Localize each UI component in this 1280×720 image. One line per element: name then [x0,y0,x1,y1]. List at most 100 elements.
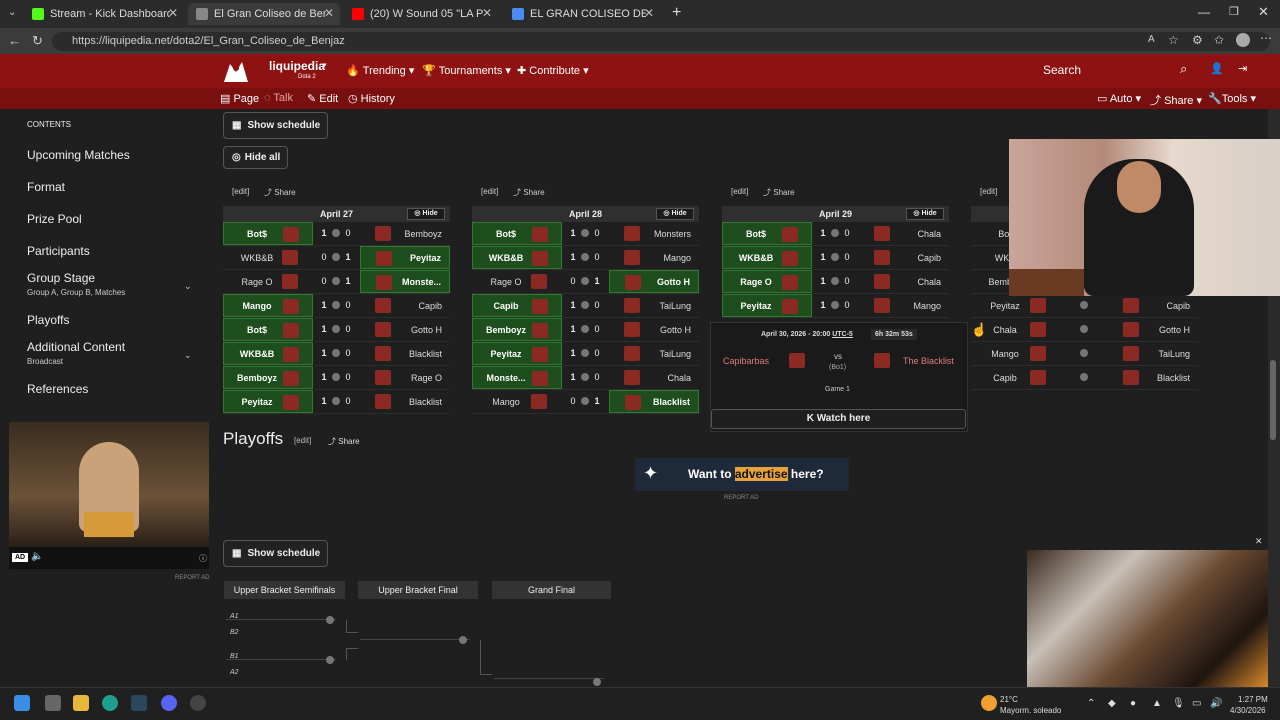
minimize-icon[interactable]: — [1198,5,1210,19]
match-info-icon[interactable] [326,656,334,664]
discord-icon[interactable] [161,695,177,711]
ad-video[interactable] [9,422,209,547]
show-schedule-button[interactable]: ▦ Show schedule [223,112,328,139]
match-info-icon[interactable] [1080,373,1088,381]
day-share-link[interactable]: ⤴ Share [264,187,296,198]
team-left[interactable]: WKB&B [472,246,562,269]
match-row[interactable]: Chala Gotto H [971,318,1198,342]
tray-app-icon[interactable]: ● [1130,698,1136,709]
new-tab-button[interactable]: + [672,4,681,22]
match-info-icon[interactable] [831,277,839,285]
team-right[interactable]: Blacklist [360,390,450,413]
browser-tab[interactable]: EL GRAN COLISEO DE BENJAZ - Se✕ [504,3,660,25]
match-row[interactable]: Bot$ 1 0 Monsters [472,222,699,246]
theme-toggle[interactable]: ▭ Auto ▾ [1097,92,1141,105]
match-info-icon[interactable] [332,325,340,333]
steam-icon[interactable] [131,695,147,711]
profile-avatar[interactable] [1236,33,1250,47]
day-share-link[interactable]: ⤴ Share [513,187,545,198]
create-account-icon[interactable]: 👤 [1210,62,1224,75]
clock-time[interactable]: 1:27 PM [1238,695,1268,704]
team-right[interactable]: TaiLung [609,294,699,317]
restore-icon[interactable]: ❐ [1229,5,1239,18]
team-right[interactable]: Bemboyz [360,222,450,245]
match-row[interactable]: Bemboyz 1 0 Rage O [223,366,450,390]
sidebar-item-upcoming[interactable]: Upcoming Matches [27,148,130,162]
match-info-icon[interactable] [332,277,340,285]
team-left[interactable]: Peyitaz [971,294,1061,317]
match-info-icon[interactable] [1080,325,1088,333]
network-icon[interactable]: ▭ [1192,698,1201,709]
browser-tab[interactable]: El Gran Coliseo de Benjaz - Liquip✕ [188,3,340,25]
more-menu-icon[interactable]: ⋯ [1260,31,1272,45]
team-left[interactable]: Rage O [722,270,812,293]
team-right[interactable]: Peyitaz [360,246,450,269]
match-row[interactable]: Peyitaz 1 0 Mango [722,294,949,318]
match-info-icon[interactable] [831,229,839,237]
popup-team1[interactable]: Capibarbas [723,356,769,366]
match-row[interactable]: WKB&B 0 1 Peyitaz [223,246,450,270]
chevron-down-icon[interactable]: ⌄ [184,350,192,361]
bracket-slot[interactable]: B1 [226,645,336,660]
advertise-banner[interactable]: ✦ Want to advertise here? [635,458,849,491]
bracket-slot[interactable] [360,641,470,656]
login-icon[interactable]: ⇥ [1238,62,1247,75]
url-field[interactable]: https://liquipedia.net/dota2/El_Gran_Col… [52,32,1270,51]
share-menu[interactable]: ⤴ Share ▾ [1150,92,1202,108]
report-ad-link[interactable]: REPORT AD [724,495,758,501]
match-info-icon[interactable] [459,636,467,644]
match-row[interactable]: Monste... 1 0 Chala [472,366,699,390]
team-left[interactable]: Bemboyz [223,366,313,389]
team-right[interactable]: Capib [1108,294,1198,317]
obs-icon[interactable] [190,695,206,711]
nav-trending[interactable]: 🔥 Trending ▾ [346,64,414,77]
match-info-icon[interactable] [581,229,589,237]
hide-day-button[interactable]: ◎ Hide [906,208,944,220]
info-icon[interactable]: ⓘ [199,553,207,564]
playoffs-share-link[interactable]: ⤴ Share [328,436,360,447]
report-ad-link[interactable]: REPORT AD [175,575,209,581]
team-right[interactable]: Chala [859,270,949,293]
team-left[interactable]: Capib [971,366,1061,389]
team-right[interactable]: Chala [609,366,699,389]
match-info-icon[interactable] [593,678,601,686]
match-info-icon[interactable] [581,253,589,261]
talk-tab[interactable]: ◌ Talk [264,92,293,104]
team-right[interactable]: TaiLung [1108,342,1198,365]
playoffs-edit-link[interactable]: [edit] [294,436,311,445]
team-left[interactable]: Mango [223,294,313,317]
favorites-icon[interactable]: ✩ [1214,33,1224,47]
bracket-slot[interactable]: A2 [226,661,336,676]
tools-menu[interactable]: 🔧Tools ▾ [1208,92,1256,105]
match-info-icon[interactable] [332,253,340,261]
tab-list-icon[interactable]: ⌄ [8,7,16,18]
match-row[interactable]: Capib 1 0 TaiLung [472,294,699,318]
page-tab[interactable]: ▤ Page [220,92,259,105]
playoffs-show-schedule-button[interactable]: ▦ Show schedule [223,540,328,567]
team-right[interactable]: Blacklist [609,390,699,413]
match-info-icon[interactable] [1080,349,1088,357]
team-right[interactable]: Blacklist [360,342,450,365]
team-right[interactable]: Rage O [360,366,450,389]
sidebar-sub-group-stage[interactable]: Group A, Group B, Matches [27,288,125,297]
nav-tournaments[interactable]: 🏆 Tournaments ▾ [422,64,511,77]
team-left[interactable]: Rage O [223,270,313,293]
back-icon[interactable]: ← [8,33,21,48]
match-row[interactable]: Peyitaz Capib [971,294,1198,318]
match-row[interactable]: Rage O 0 1 Gotto H [472,270,699,294]
sidebar-sub-additional[interactable]: Broadcast [27,357,63,366]
team-left[interactable]: Peyitaz [472,342,562,365]
windows-start-icon[interactable] [14,695,30,711]
match-row[interactable]: Rage O 0 1 Monste... [223,270,450,294]
team-left[interactable]: Peyitaz [223,390,313,413]
team-left[interactable]: WKB&B [223,342,313,365]
hide-day-button[interactable]: ◎ Hide [407,208,445,220]
team-left[interactable]: Bot$ [223,318,313,341]
task-view-icon[interactable] [45,695,61,711]
sidebar-item-additional[interactable]: Additional Content [27,340,125,354]
edge-browser-icon[interactable] [102,695,118,711]
chevron-down-icon[interactable]: ⌄ [184,281,192,292]
match-row[interactable]: Bot$ 1 0 Chala [722,222,949,246]
hide-all-button[interactable]: ◎ Hide all [223,146,288,169]
watch-here-button[interactable]: K Watch here [711,409,966,429]
